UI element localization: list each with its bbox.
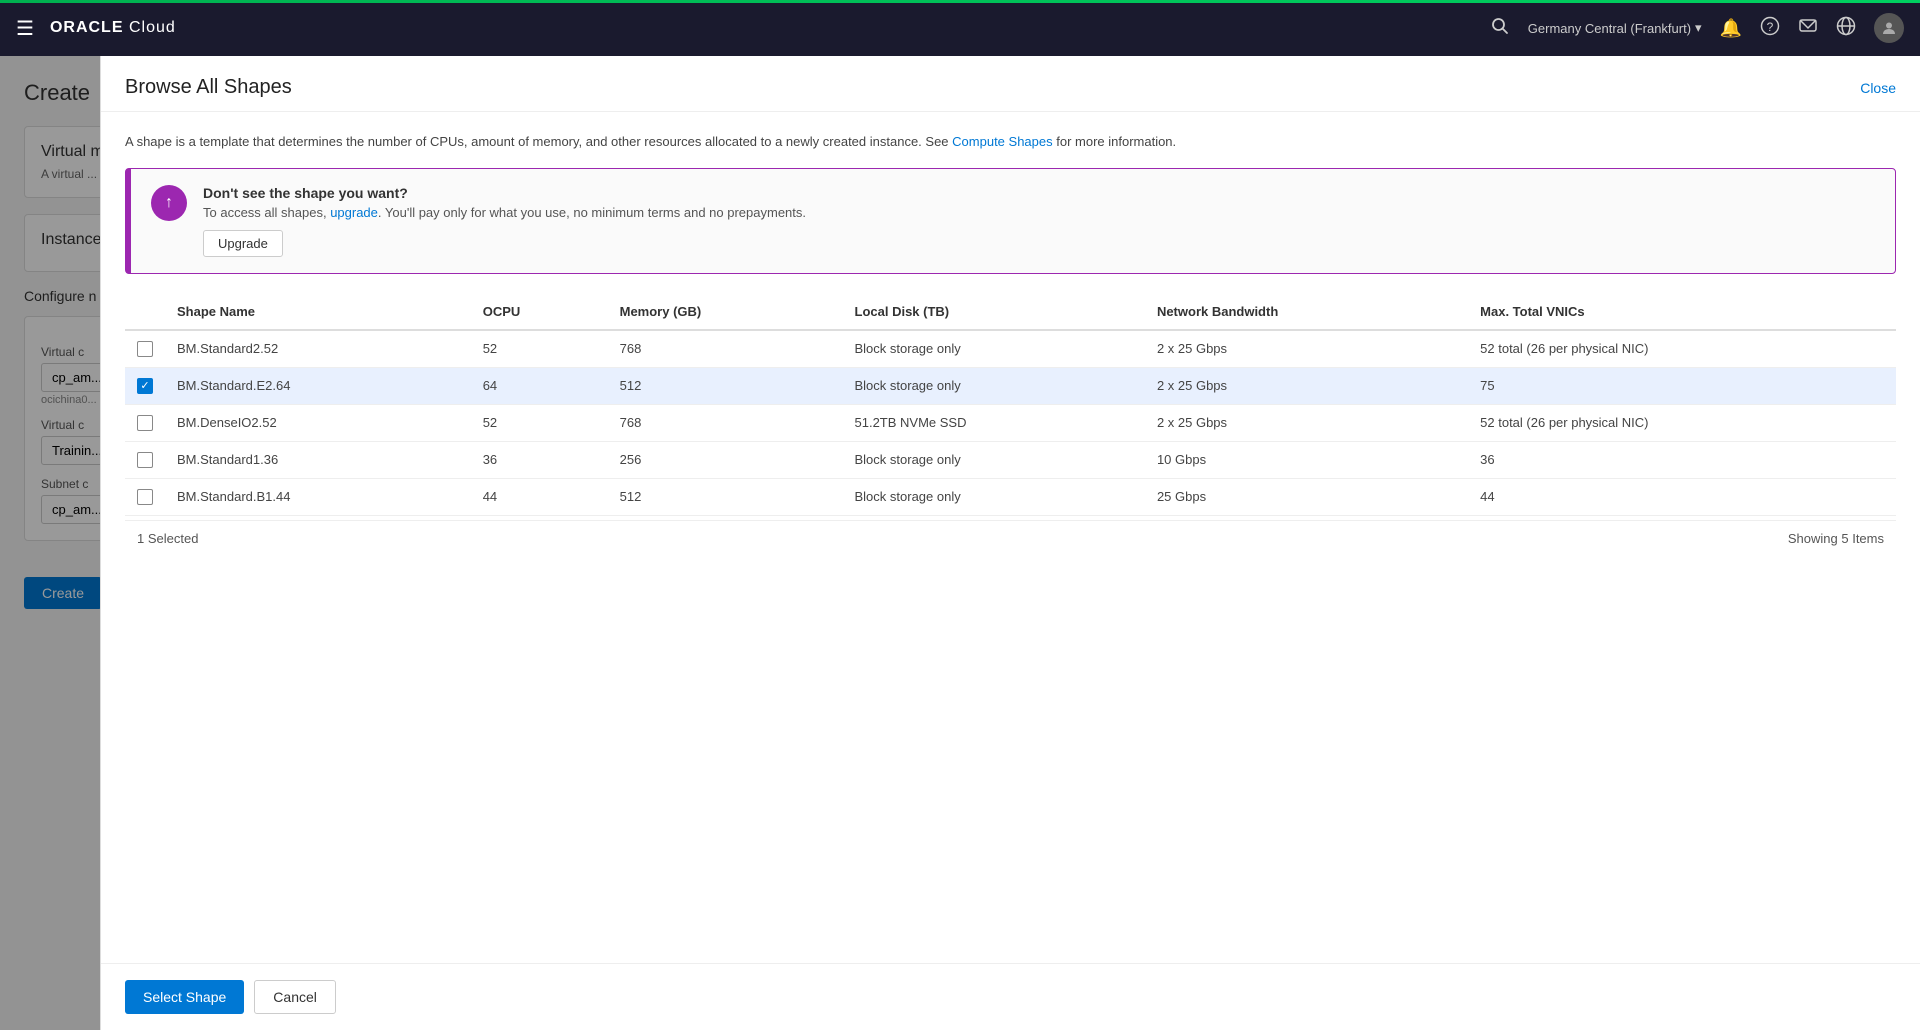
row-checkbox[interactable]	[137, 415, 153, 431]
col-vnics: Max. Total VNICs	[1468, 294, 1896, 330]
notification-bell-icon[interactable]: 🔔	[1720, 18, 1742, 39]
bandwidth-cell: 2 x 25 Gbps	[1145, 367, 1468, 404]
select-shape-button[interactable]: Select Shape	[125, 980, 244, 1014]
upgrade-desc-suffix: . You'll pay only for what you use, no m…	[378, 205, 806, 220]
shape-name-cell: BM.Standard.E2.64	[165, 367, 471, 404]
row-checkbox[interactable]	[137, 452, 153, 468]
col-shape-name: Shape Name	[165, 294, 471, 330]
info-text-suffix: for more information.	[1053, 134, 1177, 149]
modal-header: Browse All Shapes Close	[101, 56, 1920, 112]
upgrade-link[interactable]: upgrade	[330, 205, 378, 220]
disk-cell: Block storage only	[843, 330, 1145, 368]
disk-cell: Block storage only	[843, 478, 1145, 515]
table-row[interactable]: BM.Standard.B1.4444512Block storage only…	[125, 478, 1896, 515]
top-navigation: ☰ ORACLE Cloud Germany Central (Frankfur…	[0, 0, 1920, 56]
bandwidth-cell: 10 Gbps	[1145, 441, 1468, 478]
user-avatar[interactable]	[1874, 13, 1904, 43]
upgrade-desc: To access all shapes, upgrade. You'll pa…	[203, 205, 1875, 220]
vnics-cell: 44	[1468, 478, 1896, 515]
shapes-table: Shape Name OCPU Memory (GB) Local Disk (…	[125, 294, 1896, 516]
table-row[interactable]: BM.Standard.E2.6464512Block storage only…	[125, 367, 1896, 404]
bandwidth-cell: 2 x 25 Gbps	[1145, 330, 1468, 368]
cancel-button[interactable]: Cancel	[254, 980, 336, 1014]
bandwidth-cell: 25 Gbps	[1145, 478, 1468, 515]
row-checkbox[interactable]	[137, 489, 153, 505]
shape-name-cell: BM.Standard1.36	[165, 441, 471, 478]
ocpu-cell: 36	[471, 441, 608, 478]
vnics-cell: 52 total (26 per physical NIC)	[1468, 330, 1896, 368]
modal-action-bar: Select Shape Cancel	[101, 963, 1920, 1030]
upgrade-content: Don't see the shape you want? To access …	[203, 185, 1875, 257]
help-icon[interactable]: ?	[1760, 16, 1780, 41]
memory-cell: 256	[608, 441, 843, 478]
modal-close-button[interactable]: Close	[1860, 80, 1896, 96]
shape-name-cell: BM.DenseIO2.52	[165, 404, 471, 441]
upgrade-desc-prefix: To access all shapes,	[203, 205, 330, 220]
ocpu-cell: 64	[471, 367, 608, 404]
browse-shapes-modal: Browse All Shapes Close A shape is a tem…	[100, 56, 1920, 1030]
table-row[interactable]: BM.Standard1.3636256Block storage only10…	[125, 441, 1896, 478]
table-header-row: Shape Name OCPU Memory (GB) Local Disk (…	[125, 294, 1896, 330]
disk-cell: 51.2TB NVMe SSD	[843, 404, 1145, 441]
col-disk: Local Disk (TB)	[843, 294, 1145, 330]
info-text-prefix: A shape is a template that determines th…	[125, 134, 952, 149]
row-checkbox[interactable]	[137, 341, 153, 357]
memory-cell: 768	[608, 330, 843, 368]
feedback-icon[interactable]	[1798, 16, 1818, 41]
memory-cell: 512	[608, 478, 843, 515]
col-ocpu: OCPU	[471, 294, 608, 330]
table-row[interactable]: BM.Standard2.5252768Block storage only2 …	[125, 330, 1896, 368]
upgrade-title: Don't see the shape you want?	[203, 185, 1875, 201]
vnics-cell: 52 total (26 per physical NIC)	[1468, 404, 1896, 441]
hamburger-menu-icon[interactable]: ☰	[16, 16, 34, 41]
upgrade-arrow-icon: ↑	[151, 185, 187, 221]
upgrade-button[interactable]: Upgrade	[203, 230, 283, 257]
col-bandwidth: Network Bandwidth	[1145, 294, 1468, 330]
table-footer: 1 Selected Showing 5 Items	[125, 520, 1896, 556]
region-selector[interactable]: Germany Central (Frankfurt) ▾	[1528, 20, 1702, 36]
ocpu-cell: 52	[471, 404, 608, 441]
top-accent-bar	[0, 0, 1920, 3]
vnics-cell: 36	[1468, 441, 1896, 478]
shape-name-cell: BM.Standard2.52	[165, 330, 471, 368]
nav-right-section: Germany Central (Frankfurt) ▾ 🔔 ?	[1490, 13, 1904, 43]
oracle-cloud-logo: ORACLE Cloud	[50, 19, 176, 37]
memory-cell: 768	[608, 404, 843, 441]
upgrade-banner: ↑ Don't see the shape you want? To acces…	[125, 168, 1896, 274]
showing-items: Showing 5 Items	[1788, 531, 1884, 546]
disk-cell: Block storage only	[843, 367, 1145, 404]
memory-cell: 512	[608, 367, 843, 404]
shape-name-cell: BM.Standard.B1.44	[165, 478, 471, 515]
modal-title: Browse All Shapes	[125, 76, 292, 99]
select-all-header	[125, 294, 165, 330]
vnics-cell: 75	[1468, 367, 1896, 404]
ocpu-cell: 52	[471, 330, 608, 368]
modal-body: A shape is a template that determines th…	[101, 112, 1920, 963]
ocpu-cell: 44	[471, 478, 608, 515]
info-text-paragraph: A shape is a template that determines th…	[125, 132, 1896, 152]
compute-shapes-link[interactable]: Compute Shapes	[952, 134, 1052, 149]
bandwidth-cell: 2 x 25 Gbps	[1145, 404, 1468, 441]
table-row[interactable]: BM.DenseIO2.525276851.2TB NVMe SSD2 x 25…	[125, 404, 1896, 441]
selected-count: 1 Selected	[137, 531, 198, 546]
svg-text:?: ?	[1767, 20, 1774, 34]
disk-cell: Block storage only	[843, 441, 1145, 478]
search-icon[interactable]	[1490, 16, 1510, 41]
row-checkbox[interactable]	[137, 378, 153, 394]
col-memory: Memory (GB)	[608, 294, 843, 330]
language-globe-icon[interactable]	[1836, 16, 1856, 41]
